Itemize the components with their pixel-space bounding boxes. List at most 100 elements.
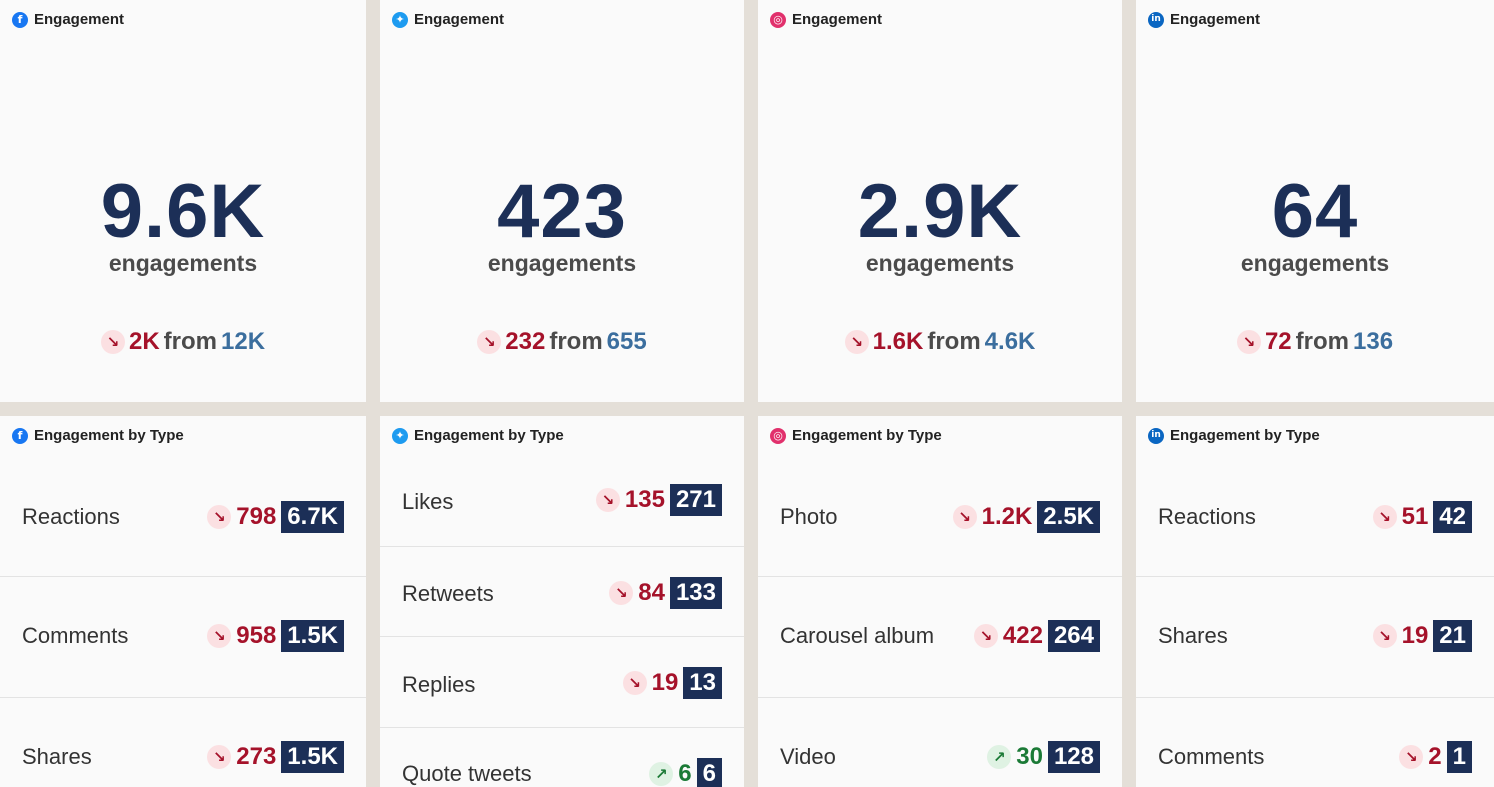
linkedin-engagement-card: in Engagement 64 engagements ↘ 72 from 13…	[1136, 0, 1494, 402]
engagement-change: ↘ 72 from 136	[1136, 328, 1494, 356]
trend-down-icon: ↘	[207, 624, 232, 648]
current-value: 128	[1047, 741, 1100, 773]
instagram-engagement-by-type-card: ◎ Engagement by Type Photo ↘ 1.2K 2.5K Ca…	[758, 416, 1122, 787]
engagement-total: 64	[1271, 169, 1359, 254]
previous-value: 655	[606, 328, 647, 355]
change-value: 6	[678, 760, 692, 787]
facebook-engagement-by-type-card: f Engagement by Type Reactions ↘ 798 6.7K…	[0, 416, 366, 787]
type-row: Reactions ↘ 51 42	[1136, 456, 1494, 577]
trend-down-icon: ↘	[207, 505, 232, 529]
instagram-icon: ◎	[770, 11, 786, 28]
current-value: 6	[696, 758, 722, 787]
type-label: Reactions	[1158, 504, 1256, 529]
previous-value: 12K	[221, 328, 266, 355]
change-value: 2K	[128, 328, 160, 355]
current-value: 264	[1047, 620, 1100, 652]
type-label: Carousel album	[780, 623, 935, 648]
card-title: Engagement	[1170, 11, 1261, 28]
engagement-total: 2.9K	[857, 169, 1023, 254]
engagement-total: 9.6K	[100, 169, 266, 254]
change-value: 2	[1428, 743, 1442, 770]
type-row: Carousel album ↘ 422 264	[758, 577, 1122, 698]
change-value: 51	[1401, 503, 1429, 530]
change-value: 19	[1401, 622, 1429, 649]
type-label: Comments	[1158, 744, 1265, 769]
type-label: Shares	[1158, 623, 1228, 648]
type-row: Replies ↘ 19 13	[380, 637, 744, 728]
current-value: 271	[669, 484, 722, 516]
type-row: Comments ↘ 958 1.5K	[0, 577, 366, 698]
engagement-change: ↘ 232 from 655	[380, 328, 744, 356]
change-value: 1.6K	[872, 328, 924, 355]
change-value: 30	[1016, 743, 1043, 770]
type-label: Video	[780, 744, 836, 769]
type-label: Replies	[402, 672, 476, 697]
trend-down-icon: ↘	[1372, 624, 1397, 648]
current-value: 1.5K	[281, 620, 344, 652]
change-value: 422	[1002, 622, 1043, 649]
type-row: Shares ↘ 19 21	[1136, 577, 1494, 698]
from-word: from	[1295, 328, 1349, 355]
card-title: Engagement	[414, 11, 505, 28]
facebook-engagement-card: f Engagement 9.6K engagements ↘ 2K from 1…	[0, 0, 366, 402]
type-row: Comments ↘ 2 1	[1136, 698, 1494, 787]
facebook-icon: f	[12, 11, 28, 28]
type-label: Shares	[22, 744, 92, 769]
from-word: from	[927, 328, 981, 355]
facebook-icon: f	[12, 427, 28, 444]
linkedin-engagement-by-type-card: in Engagement by Type Reactions ↘ 51 42 S…	[1136, 416, 1494, 787]
current-value: 6.7K	[281, 501, 344, 533]
change-value: 19	[651, 669, 679, 696]
engagement-label: engagements	[487, 250, 637, 276]
current-value: 133	[669, 577, 722, 609]
type-row: Photo ↘ 1.2K 2.5K	[758, 456, 1122, 577]
change-value: 135	[624, 486, 665, 513]
linkedin-icon: in	[1148, 11, 1164, 28]
engagement-total: 423	[497, 169, 627, 254]
trend-up-icon: ↗	[987, 745, 1012, 769]
current-value: 1.5K	[281, 741, 344, 773]
type-row: Reactions ↘ 798 6.7K	[0, 456, 366, 577]
previous-value: 4.6K	[984, 328, 1036, 355]
change-value: 273	[236, 743, 277, 770]
twitter-icon: ✦	[392, 427, 408, 444]
trend-down-icon: ↘	[207, 745, 232, 769]
type-label: Retweets	[402, 581, 494, 606]
from-word: from	[163, 328, 217, 355]
engagement-label: engagements	[1240, 250, 1390, 276]
from-word: from	[549, 328, 603, 355]
change-value: 232	[505, 328, 546, 355]
card-title: Engagement by Type	[414, 427, 564, 444]
type-label: Likes	[402, 489, 454, 514]
card-title: Engagement by Type	[34, 427, 184, 444]
trend-down-icon: ↘	[1236, 330, 1261, 354]
trend-down-icon: ↘	[1399, 745, 1424, 769]
change-value: 958	[236, 622, 277, 649]
current-value: 42	[1433, 501, 1472, 533]
change-value: 798	[236, 503, 277, 530]
trend-up-icon: ↗	[649, 762, 674, 786]
type-row: Shares ↘ 273 1.5K	[0, 698, 366, 787]
type-label: Comments	[22, 623, 129, 648]
twitter-icon: ✦	[392, 11, 408, 28]
type-label: Reactions	[22, 504, 120, 529]
engagement-label: engagements	[865, 250, 1015, 276]
current-value: 1	[1446, 741, 1472, 773]
change-value: 1.2K	[981, 503, 1033, 530]
type-row: Likes ↘ 135 271	[380, 456, 744, 547]
instagram-engagement-card: ◎ Engagement 2.9K engagements ↘ 1.6K from…	[758, 0, 1122, 402]
type-label: Photo	[780, 504, 838, 529]
trend-down-icon: ↘	[622, 671, 647, 695]
current-value: 13	[683, 667, 722, 699]
previous-value: 136	[1353, 328, 1394, 355]
card-title: Engagement by Type	[1170, 427, 1320, 444]
current-value: 21	[1433, 620, 1472, 652]
trend-down-icon: ↘	[595, 488, 620, 512]
trend-down-icon: ↘	[952, 505, 977, 529]
change-value: 72	[1264, 328, 1292, 355]
trend-down-icon: ↘	[477, 330, 502, 354]
twitter-engagement-by-type-card: ✦ Engagement by Type Likes ↘ 135 271 Retw…	[380, 416, 744, 787]
engagement-change: ↘ 1.6K from 4.6K	[758, 328, 1122, 356]
engagement-label: engagements	[108, 250, 258, 276]
card-title: Engagement by Type	[792, 427, 942, 444]
